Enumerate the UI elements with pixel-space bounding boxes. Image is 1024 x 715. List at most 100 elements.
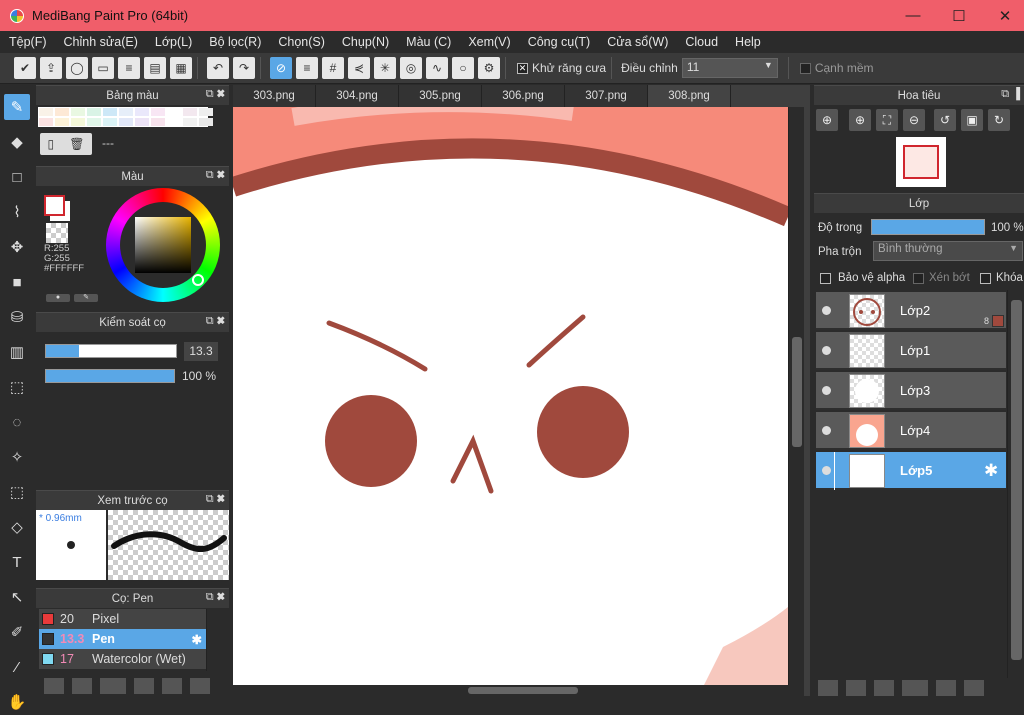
menu-snap[interactable]: Chụp(N)	[333, 35, 397, 49]
layer-settings-icon[interactable]: ✱	[984, 461, 998, 481]
brush-size-value[interactable]: 13.3	[184, 342, 218, 361]
rotate-left-icon[interactable]: ↺	[934, 109, 956, 131]
snap-settings-icon[interactable]: ⚙	[478, 57, 500, 79]
menu-edit[interactable]: Chỉnh sửa(E)	[55, 35, 146, 49]
palette-swatches[interactable]	[38, 107, 213, 127]
eyedropper-icon[interactable]: ⁄	[4, 654, 30, 680]
duplicate-layer-icon[interactable]	[964, 680, 984, 696]
brush-opacity-slider[interactable]	[45, 369, 175, 383]
tab-304[interactable]: 304.png	[316, 85, 399, 107]
clipping-checkbox[interactable]	[913, 273, 924, 284]
brush-size-slider[interactable]	[45, 344, 177, 358]
menu-color[interactable]: Màu (C)	[397, 35, 459, 49]
primary-color-swatch[interactable]	[44, 195, 65, 216]
add-brush-icon[interactable]	[100, 678, 126, 694]
zoom-in-icon[interactable]: ⊕	[849, 109, 871, 131]
trash-icon[interactable]: 🗑	[69, 137, 84, 151]
text-tool-icon[interactable]: T	[4, 549, 30, 575]
eye-icon[interactable]	[822, 306, 831, 315]
cloud-save-icon[interactable]: ✔	[14, 57, 36, 79]
tab-308[interactable]: 308.png	[648, 85, 731, 107]
radial-snap-icon[interactable]: ✳	[374, 57, 396, 79]
dot-tool-icon[interactable]: □	[4, 164, 30, 190]
layer-item-lop4[interactable]: Lớp4	[816, 412, 1006, 450]
eye-icon[interactable]	[822, 386, 831, 395]
brush-list-scrollbar[interactable]	[206, 609, 220, 671]
panel-popout-close-icon[interactable]: ⧉ ✖	[206, 315, 225, 328]
new-layer-icon[interactable]	[818, 680, 838, 696]
panel-popout-close-icon[interactable]: ⧉ ✖	[206, 88, 225, 101]
zoom-out-icon[interactable]: ⊖	[903, 109, 925, 131]
tab-305[interactable]: 305.png	[399, 85, 482, 107]
tab-303[interactable]: 303.png	[233, 85, 316, 107]
layer-item-lop5[interactable]: Lớp5 ✱	[816, 452, 1006, 490]
actual-size-icon[interactable]: ▣	[961, 109, 983, 131]
menu-layer[interactable]: Lớp(L)	[146, 35, 200, 49]
brush-select-icon[interactable]: ⌇	[4, 199, 30, 225]
layers-scrollbar[interactable]	[1007, 290, 1024, 678]
rotate-right-icon[interactable]: ↻	[988, 109, 1010, 131]
fit-window-icon[interactable]: ⛶	[876, 109, 898, 131]
layer-item-lop2[interactable]: Lớp2 8	[816, 292, 1006, 330]
duplicate-icon[interactable]	[190, 678, 210, 694]
menu-select[interactable]: Chọn(S)	[269, 35, 333, 49]
menu-window[interactable]: Cửa sổ(W)	[598, 35, 676, 49]
speech-bubble-icon[interactable]: ◯	[66, 57, 88, 79]
undo-icon[interactable]: ↶	[207, 57, 229, 79]
layer-item-lop1[interactable]: Lớp1	[816, 332, 1006, 370]
scroll-thumb[interactable]	[792, 337, 802, 447]
drawing-canvas[interactable]	[233, 107, 788, 687]
snap-off-icon[interactable]: ⊘	[270, 57, 292, 79]
panel-popout-close-icon[interactable]: ⧉ ✖	[206, 169, 225, 182]
rect-select-icon[interactable]: ⬚	[4, 374, 30, 400]
magic-wand-icon[interactable]: ✧	[4, 444, 30, 470]
hue-wheel[interactable]	[106, 188, 220, 302]
curve-snap-icon[interactable]: ∿	[426, 57, 448, 79]
fill-rect-tool-icon[interactable]: ■	[4, 269, 30, 295]
tab-306[interactable]: 306.png	[482, 85, 565, 107]
grid-check-icon[interactable]: ▦	[170, 57, 192, 79]
menu-cloud[interactable]: Cloud	[676, 35, 726, 49]
navigator-thumbnail[interactable]	[896, 137, 946, 187]
smooth-edge-checkbox[interactable]	[799, 62, 811, 74]
color-option-button[interactable]: ●	[46, 294, 70, 302]
eye-icon[interactable]	[822, 346, 831, 355]
adjust-select[interactable]: 11 ▼	[681, 58, 778, 78]
layer-folder-icon[interactable]	[936, 680, 956, 696]
close-button[interactable]: ✕	[982, 0, 1024, 31]
page-icon[interactable]: ≡	[118, 57, 140, 79]
lasso-select-icon[interactable]: ◌	[4, 409, 30, 435]
lock-checkbox[interactable]	[980, 273, 991, 284]
panel-popout-close-icon[interactable]: ⧉ ✖	[206, 591, 225, 604]
blend-mode-select[interactable]: Bình thường ▼	[873, 241, 1023, 261]
layer-opacity-slider[interactable]	[871, 219, 985, 235]
protect-alpha-checkbox[interactable]	[820, 273, 831, 284]
operation-tool-icon[interactable]: ↖	[4, 584, 30, 610]
cloud-brush-icon[interactable]	[44, 678, 64, 694]
transparent-color-swatch[interactable]	[46, 223, 68, 243]
eyedropper-button[interactable]: ✎	[74, 294, 98, 302]
minimize-button[interactable]: —	[890, 0, 936, 31]
gradient-tool-icon[interactable]: ▥	[4, 339, 30, 365]
folder-icon[interactable]	[162, 678, 182, 694]
hue-handle[interactable]	[192, 274, 204, 286]
saturation-value-square[interactable]	[135, 217, 191, 273]
layer-item-lop3[interactable]: Lớp3	[816, 372, 1006, 410]
menu-help[interactable]: Help	[726, 35, 769, 49]
hand-tool-icon[interactable]: ✋	[4, 689, 30, 715]
brush-tool-icon[interactable]: ✎	[4, 94, 30, 120]
eye-icon[interactable]	[822, 466, 831, 475]
menu-view[interactable]: Xem(V)	[459, 35, 518, 49]
parallel-snap-icon[interactable]: ≡	[296, 57, 318, 79]
new-palette-icon[interactable]: ▯	[48, 137, 55, 151]
eraser-tool-icon[interactable]: ◆	[4, 129, 30, 155]
comment-icon[interactable]: ▭	[92, 57, 114, 79]
antialias-checkbox[interactable]: ✕	[517, 62, 528, 74]
divide-tool-icon[interactable]: ✐	[4, 619, 30, 645]
canvas-vertical-scrollbar[interactable]	[788, 107, 804, 685]
canvas-horizontal-scrollbar[interactable]	[233, 685, 804, 696]
move-tool-icon[interactable]: ✥	[4, 234, 30, 260]
tab-307[interactable]: 307.png	[565, 85, 648, 107]
bucket-tool-icon[interactable]: ⛁	[4, 304, 30, 330]
share-icon[interactable]: ⇪	[40, 57, 62, 79]
